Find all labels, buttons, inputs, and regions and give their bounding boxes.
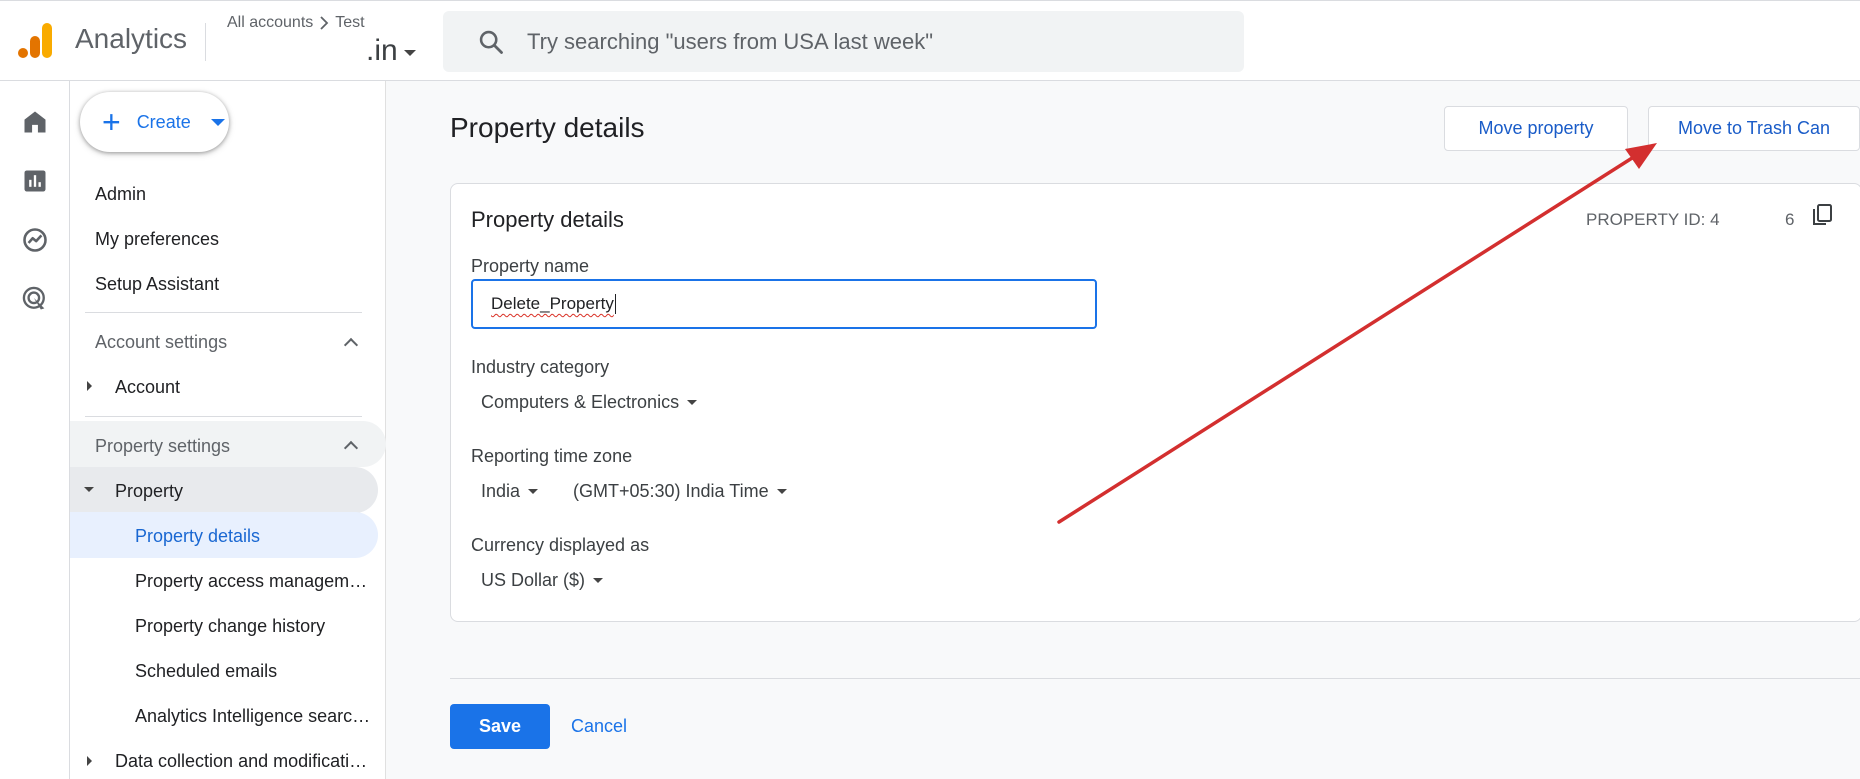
industry-category-value: Computers & Electronics (481, 392, 680, 412)
sidebar-item-admin[interactable]: Admin (95, 184, 146, 205)
property-details-card: Property details PROPERTY ID: 4 6 Proper… (450, 183, 1860, 622)
caret-down-icon (687, 400, 698, 405)
app-title: Analytics (75, 23, 188, 54)
sidebar-item-analytics-intelligence[interactable]: Analytics Intelligence search history (135, 706, 371, 727)
property-name-input[interactable]: Delete_Property (471, 279, 1097, 329)
advertising-icon[interactable] (21, 285, 49, 313)
chevron-right-icon (320, 16, 329, 30)
caret-down-icon (210, 118, 225, 126)
nav-divider (85, 416, 362, 417)
currency-label: Currency displayed as (471, 535, 650, 555)
top-bar: Analytics All accounts Test .in Try sear… (0, 0, 1860, 81)
sidebar-item-property-change-history[interactable]: Property change history (135, 616, 371, 637)
expand-arrow-icon[interactable] (87, 381, 92, 391)
breadcrumb-all-accounts[interactable]: All accounts (227, 14, 313, 32)
property-name-value: Delete_Property (491, 294, 614, 313)
sidebar-item-account[interactable]: Account (115, 377, 180, 398)
plus-icon: + (102, 104, 121, 140)
home-icon[interactable] (21, 108, 49, 136)
side-nav: + Create Admin My preferences Setup Assi… (70, 81, 386, 779)
create-button[interactable]: + Create (80, 92, 229, 152)
time-zone-select[interactable]: (GMT+05:30) India Time (573, 481, 787, 502)
currency-value: US Dollar ($) (481, 570, 586, 590)
reports-icon[interactable] (21, 167, 49, 195)
header-divider (205, 23, 206, 61)
industry-category-select[interactable]: Computers & Electronics (481, 392, 698, 413)
nav-divider (85, 312, 362, 313)
collapse-arrow-icon[interactable] (84, 487, 94, 492)
footer-divider (450, 678, 1860, 679)
time-zone-value: (GMT+05:30) India Time (573, 481, 769, 501)
breadcrumb[interactable]: All accounts Test (227, 14, 365, 32)
search-icon (479, 30, 503, 54)
sidebar-item-data-collection[interactable]: Data collection and modifications (115, 751, 371, 772)
property-settings-header[interactable]: Property settings (95, 436, 230, 457)
caret-down-icon (776, 489, 787, 494)
sidebar-item-scheduled-emails[interactable]: Scheduled emails (135, 661, 371, 682)
caret-down-icon (403, 50, 416, 56)
search-input[interactable]: Try searching "users from USA last week" (527, 29, 933, 55)
left-rail (0, 81, 70, 779)
caret-down-icon (528, 489, 539, 494)
currency-select[interactable]: US Dollar ($) (481, 570, 604, 591)
sidebar-item-setup-assistant[interactable]: Setup Assistant (95, 274, 219, 295)
account-settings-header[interactable]: Account settings (95, 332, 227, 353)
sidebar-item-property-access-management[interactable]: Property access management (135, 571, 371, 592)
move-to-trash-button[interactable]: Move to Trash Can (1648, 106, 1860, 151)
copy-icon[interactable] (1811, 203, 1833, 227)
sidebar-item-property-details[interactable]: Property details (135, 526, 371, 547)
page-title: Property details (450, 112, 645, 143)
property-id-label: PROPERTY ID: 4 (1586, 210, 1720, 229)
search-bar[interactable]: Try searching "users from USA last week" (443, 11, 1244, 72)
chevron-up-icon[interactable] (343, 337, 359, 353)
account-name: .in (366, 34, 398, 67)
text-cursor (614, 294, 616, 314)
property-name-label: Property name (471, 256, 590, 276)
analytics-logo-icon[interactable] (18, 21, 54, 59)
explore-icon[interactable] (21, 226, 49, 254)
account-selector[interactable]: .in (366, 34, 416, 68)
save-button[interactable]: Save (450, 704, 550, 749)
card-title: Property details (471, 207, 624, 232)
sidebar-item-my-preferences[interactable]: My preferences (95, 229, 219, 250)
reporting-time-zone-label: Reporting time zone (471, 446, 633, 466)
caret-down-icon (593, 578, 604, 583)
cancel-button[interactable]: Cancel (571, 704, 627, 749)
property-id-value: 6 (1785, 210, 1795, 229)
expand-arrow-icon[interactable] (87, 756, 92, 766)
time-zone-country-select[interactable]: India (481, 481, 539, 502)
breadcrumb-account[interactable]: Test (335, 14, 364, 32)
create-label: Create (136, 111, 191, 132)
industry-category-label: Industry category (471, 357, 610, 377)
move-property-button[interactable]: Move property (1444, 106, 1628, 151)
sidebar-item-property[interactable]: Property (115, 481, 183, 502)
time-zone-country-value: India (481, 481, 521, 501)
